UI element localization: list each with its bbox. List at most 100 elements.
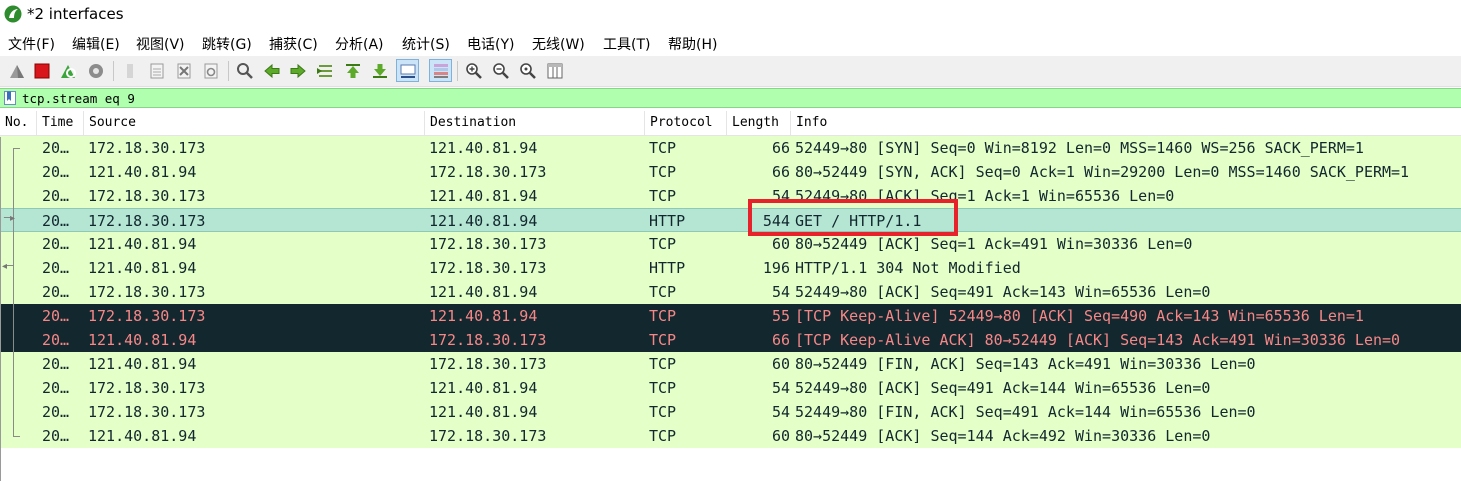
menu-bar: 文件(F) 编辑(E) 视图(V) 跳转(G) 捕获(C) 分析(A) 统计(S…	[0, 31, 1461, 55]
colorize-icon[interactable]	[429, 59, 452, 82]
packet-no: 20…	[42, 139, 70, 157]
packet-protocol: TCP	[649, 307, 677, 325]
packet-no: 20…	[42, 331, 70, 349]
packet-row[interactable]: 20… 121.40.81.94 172.18.30.173 TCP 60 80…	[0, 352, 1461, 376]
menu-go[interactable]: 跳转(G)	[202, 34, 252, 54]
reload-file-icon[interactable]	[199, 59, 222, 82]
menu-help[interactable]: 帮助(H)	[668, 34, 717, 54]
packet-row[interactable]: 20… 121.40.81.94 172.18.30.173 TCP 60 80…	[0, 424, 1461, 448]
packet-info: 52449→80 [SYN] Seq=0 Win=8192 Len=0 MSS=…	[795, 139, 1364, 157]
go-to-packet-icon[interactable]	[313, 59, 336, 82]
packet-info: 80→52449 [ACK] Seq=1 Ack=491 Win=30336 L…	[795, 235, 1193, 253]
column-header-info[interactable]: Info	[791, 111, 1461, 135]
packet-source: 121.40.81.94	[88, 427, 197, 445]
menu-file[interactable]: 文件(F)	[8, 34, 55, 54]
packet-row[interactable]: 20… 121.40.81.94 172.18.30.173 HTTP 196 …	[0, 256, 1461, 280]
go-back-icon[interactable]	[260, 59, 283, 82]
stop-capture-icon[interactable]	[30, 59, 53, 82]
pane-left-border	[0, 137, 1, 481]
packet-info: [TCP Keep-Alive] 52449→80 [ACK] Seq=490 …	[795, 307, 1364, 325]
packet-protocol: HTTP	[649, 212, 686, 230]
open-file-icon[interactable]	[118, 59, 141, 82]
packet-info: 80→52449 [ACK] Seq=144 Ack=492 Win=30336…	[795, 427, 1211, 445]
find-packet-icon[interactable]	[233, 59, 256, 82]
packet-destination: 121.40.81.94	[429, 187, 538, 205]
go-first-icon[interactable]	[341, 59, 364, 82]
toolbar-separator	[228, 61, 229, 81]
capture-options-icon[interactable]	[84, 59, 107, 82]
column-header-no[interactable]: No.	[0, 111, 37, 135]
menu-view[interactable]: 视图(V)	[136, 34, 185, 54]
save-file-icon[interactable]	[145, 59, 168, 82]
toolbar-separator	[457, 61, 458, 81]
go-last-icon[interactable]	[368, 59, 391, 82]
packet-no: 20…	[42, 187, 70, 205]
packet-row[interactable]: 20… 172.18.30.173 121.40.81.94 TCP 54 52…	[0, 184, 1461, 208]
packet-length: 60	[771, 427, 790, 445]
packet-source: 172.18.30.173	[88, 379, 206, 397]
packet-source: 121.40.81.94	[88, 331, 197, 349]
menu-analyze[interactable]: 分析(A)	[335, 34, 384, 54]
packet-row-keepalive-ack[interactable]: 20… 121.40.81.94 172.18.30.173 TCP 66 [T…	[0, 328, 1461, 352]
packet-row[interactable]: 20… 172.18.30.173 121.40.81.94 TCP 66 52…	[0, 136, 1461, 160]
display-filter-input[interactable]	[22, 89, 1452, 107]
menu-capture[interactable]: 捕获(C)	[269, 34, 318, 54]
packet-destination: 121.40.81.94	[429, 379, 538, 397]
display-filter-bar	[0, 88, 1461, 108]
packet-length: 66	[771, 331, 790, 349]
title-bar: *2 interfaces	[0, 0, 1461, 30]
menu-edit[interactable]: 编辑(E)	[72, 34, 120, 54]
packet-no: 20…	[42, 235, 70, 253]
menu-tools[interactable]: 工具(T)	[603, 34, 650, 54]
packet-info: 52449→80 [ACK] Seq=491 Ack=143 Win=65536…	[795, 283, 1211, 301]
packet-destination: 172.18.30.173	[429, 259, 547, 277]
packet-no: 20…	[42, 212, 70, 230]
packet-row[interactable]: 20… 121.40.81.94 172.18.30.173 TCP 60 80…	[0, 232, 1461, 256]
packet-row-selected[interactable]: 20… 172.18.30.173 121.40.81.94 HTTP 544 …	[0, 208, 1461, 232]
packet-destination: 172.18.30.173	[429, 427, 547, 445]
packet-destination: 121.40.81.94	[429, 212, 538, 230]
packet-length: 54	[771, 187, 790, 205]
wireshark-fin-icon	[4, 5, 22, 23]
packet-length: 54	[771, 283, 790, 301]
menu-statistics[interactable]: 统计(S)	[402, 34, 450, 54]
packet-no: 20…	[42, 307, 70, 325]
packet-protocol: TCP	[649, 355, 677, 373]
column-header-length[interactable]: Length	[727, 111, 791, 135]
bookmark-icon[interactable]	[4, 91, 16, 105]
close-file-icon[interactable]	[172, 59, 195, 82]
packet-destination: 121.40.81.94	[429, 139, 538, 157]
zoom-in-icon[interactable]	[462, 59, 485, 82]
start-capture-icon[interactable]	[5, 59, 28, 82]
zoom-out-icon[interactable]	[489, 59, 512, 82]
column-header-source[interactable]: Source	[84, 111, 425, 135]
column-header-protocol[interactable]: Protocol	[645, 111, 727, 135]
packet-row[interactable]: 20… 121.40.81.94 172.18.30.173 TCP 66 80…	[0, 160, 1461, 184]
go-forward-icon[interactable]	[286, 59, 309, 82]
resize-columns-icon[interactable]	[543, 59, 566, 82]
packet-row-keepalive[interactable]: 20… 172.18.30.173 121.40.81.94 TCP 55 [T…	[0, 304, 1461, 328]
column-header-time[interactable]: Time	[37, 111, 84, 135]
zoom-normal-icon[interactable]	[516, 59, 539, 82]
request-arrow-icon: ─▸	[4, 213, 16, 224]
packet-row[interactable]: 20… 172.18.30.173 121.40.81.94 TCP 54 52…	[0, 280, 1461, 304]
packet-list: No. Time Source Destination Protocol Len…	[0, 111, 1461, 481]
restart-capture-icon[interactable]	[56, 59, 79, 82]
toolbar-separator	[113, 61, 114, 81]
packet-info: 80→52449 [FIN, ACK] Seq=143 Ack=491 Win=…	[795, 355, 1256, 373]
packet-length: 60	[771, 235, 790, 253]
menu-wireless[interactable]: 无线(W)	[532, 34, 585, 54]
packet-row[interactable]: 20… 172.18.30.173 121.40.81.94 TCP 54 52…	[0, 400, 1461, 424]
packet-source: 121.40.81.94	[88, 163, 197, 181]
packet-row[interactable]: 20… 172.18.30.173 121.40.81.94 TCP 54 52…	[0, 376, 1461, 400]
packet-length: 54	[771, 379, 790, 397]
packet-no: 20…	[42, 403, 70, 421]
menu-telephony[interactable]: 电话(Y)	[467, 34, 514, 54]
packet-destination: 121.40.81.94	[429, 283, 538, 301]
packet-info: 80→52449 [SYN, ACK] Seq=0 Ack=1 Win=2920…	[795, 163, 1410, 181]
packet-length: 66	[771, 139, 790, 157]
autoscroll-icon[interactable]	[396, 59, 419, 82]
column-header-destination[interactable]: Destination	[425, 111, 645, 135]
packet-source: 121.40.81.94	[88, 235, 197, 253]
packet-no: 20…	[42, 379, 70, 397]
